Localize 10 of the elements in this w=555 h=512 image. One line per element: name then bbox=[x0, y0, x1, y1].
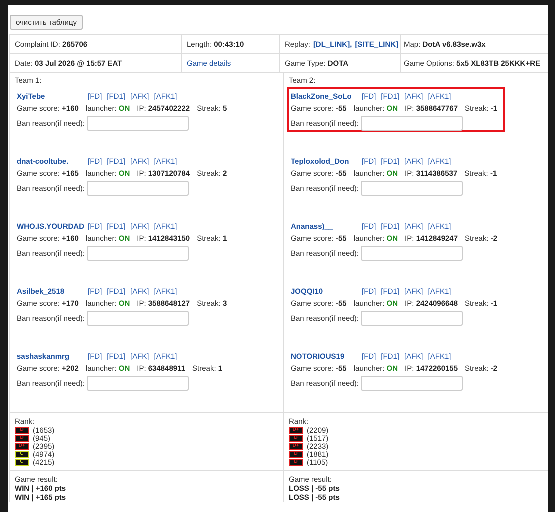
ban-reason-field[interactable] bbox=[86, 246, 189, 261]
ban-reason-field[interactable] bbox=[86, 376, 189, 391]
ban-reason-field[interactable] bbox=[86, 181, 189, 196]
ban-reason-field[interactable] bbox=[360, 181, 463, 196]
ban-reason-field[interactable] bbox=[360, 311, 463, 326]
ban-reason-field[interactable] bbox=[360, 376, 463, 391]
ban-reason-field[interactable] bbox=[360, 246, 463, 261]
ban-reason-field[interactable] bbox=[86, 311, 189, 326]
ban-reason-field[interactable] bbox=[360, 116, 463, 131]
ban-reason-field[interactable] bbox=[86, 116, 189, 131]
